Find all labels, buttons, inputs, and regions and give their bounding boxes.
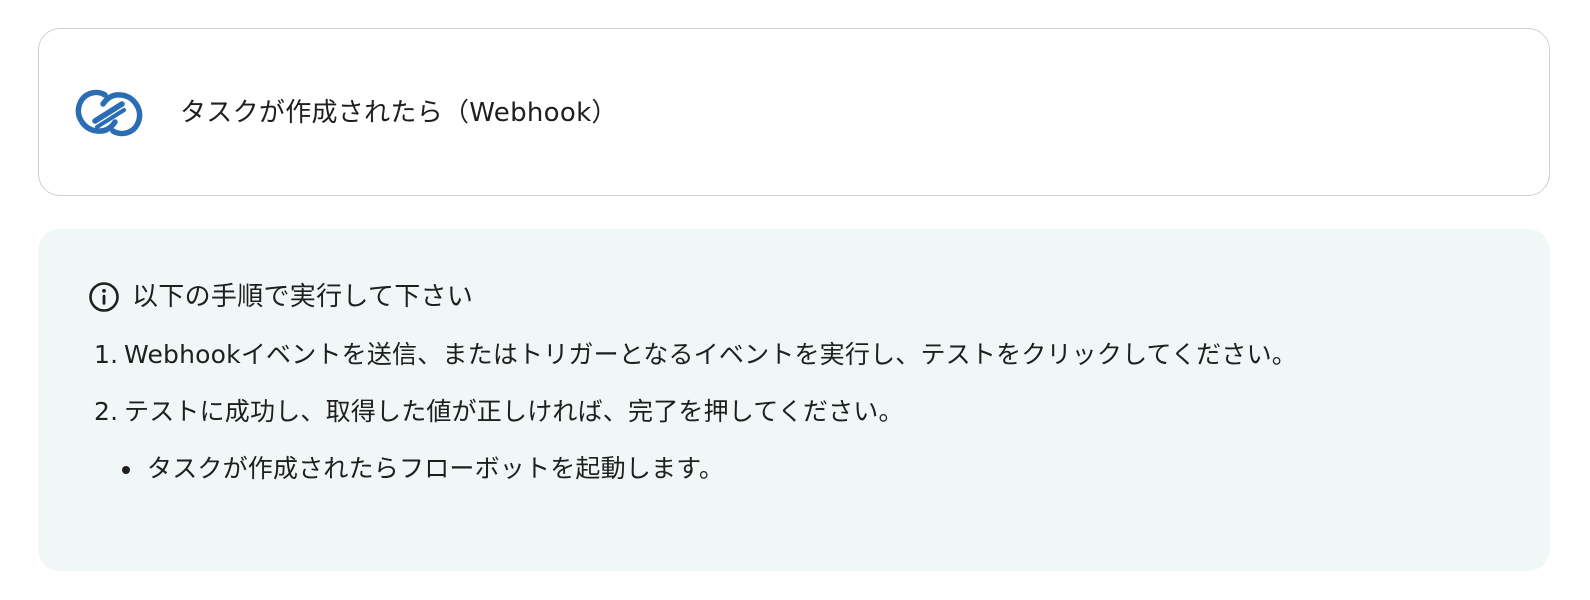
trigger-title: タスクが作成されたら（Webhook） (180, 98, 618, 128)
steps-list: 1. Webhookイベントを送信、またはトリガーとなるイベントを実行し、テスト… (94, 335, 1297, 449)
info-circle-icon (89, 282, 119, 312)
list-item: タスクが作成されたらフローボットを起動します。 (122, 449, 724, 489)
list-item: 1. Webhookイベントを送信、またはトリガーとなるイベントを実行し、テスト… (94, 335, 1297, 375)
sub-steps-list: タスクが作成されたらフローボットを起動します。 (122, 449, 724, 489)
list-item: 2. テストに成功し、取得した値が正しければ、完了を押してください。 (94, 392, 1297, 432)
step-number: 2. (94, 397, 119, 426)
linked-rings-icon (75, 89, 143, 137)
instructions-heading-text: 以下の手順で実行して下さい (132, 282, 474, 312)
step-text: Webhookイベントを送信、またはトリガーとなるイベントを実行し、テストをクリ… (124, 340, 1297, 369)
step-number: 1. (94, 340, 119, 369)
sub-step-text: タスクが作成されたらフローボットを起動します。 (147, 454, 725, 483)
step-text: テストに成功し、取得した値が正しければ、完了を押してください。 (124, 397, 904, 426)
trigger-card[interactable]: タスクが作成されたら（Webhook） (38, 28, 1550, 196)
instructions-panel: 以下の手順で実行して下さい 1. Webhookイベントを送信、またはトリガーと… (38, 229, 1550, 571)
instructions-heading: 以下の手順で実行して下さい (88, 277, 473, 317)
bullet-icon (122, 466, 130, 474)
